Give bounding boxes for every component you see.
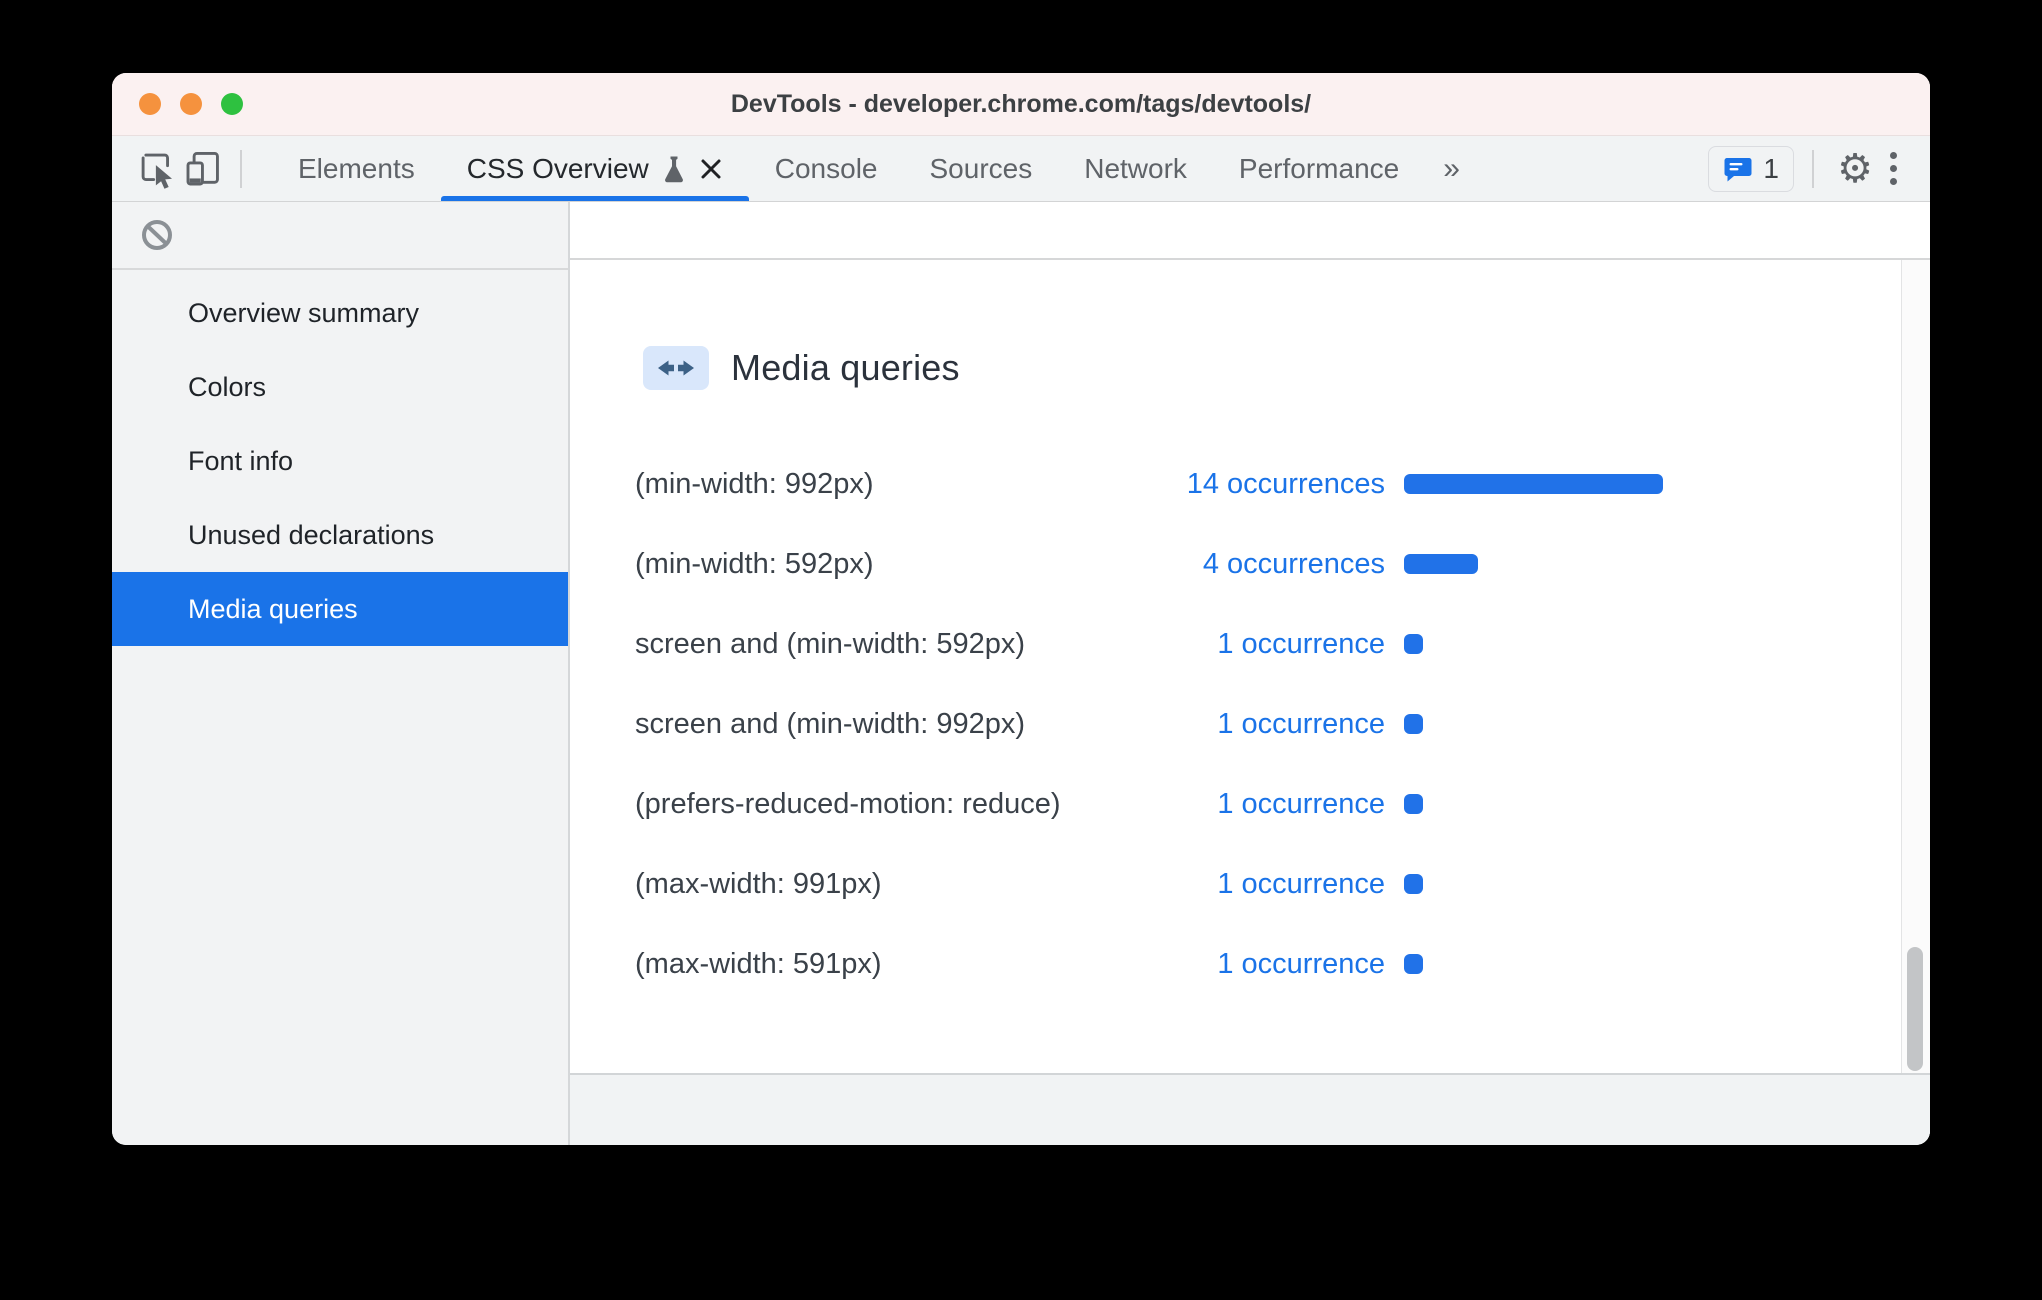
scrollbar-thumb[interactable] — [1907, 947, 1923, 1071]
media-queries-panel: Media queries (min-width: 992px) 14 occu… — [570, 260, 1930, 1073]
devtools-window: DevTools - developer.chrome.com/tags/dev… — [112, 73, 1930, 1145]
window-title: DevTools - developer.chrome.com/tags/dev… — [730, 89, 1312, 118]
occurrences-link[interactable]: 1 occurrence — [1155, 788, 1385, 821]
media-query-rows: (min-width: 992px) 14 occurrences (min-w… — [570, 444, 1930, 1004]
gear-icon: ⚙ — [1837, 145, 1873, 192]
css-overview-content: Media queries (min-width: 992px) 14 occu… — [570, 202, 1930, 1145]
sidebar-item-colors[interactable]: Colors — [112, 350, 568, 424]
sidebar-item-unused-declarations[interactable]: Unused declarations — [112, 498, 568, 572]
content-footer — [570, 1073, 1930, 1145]
toolbar-divider — [240, 149, 242, 188]
occurrences-link[interactable]: 1 occurrence — [1155, 948, 1385, 981]
issues-button[interactable]: 1 — [1708, 145, 1794, 192]
tab-strip: Elements CSS Overview Console Sources Ne… — [272, 136, 1425, 201]
media-queries-icon — [643, 346, 709, 390]
vertical-scrollbar[interactable] — [1901, 260, 1930, 1073]
block-icon — [142, 220, 172, 250]
media-query-text: screen and (min-width: 992px) — [635, 707, 1026, 740]
media-query-row: (min-width: 992px) 14 occurrences — [570, 444, 1930, 524]
zoom-window-button[interactable] — [221, 93, 243, 115]
experiment-flask-icon — [664, 156, 683, 182]
tab-css-overview[interactable]: CSS Overview — [440, 136, 749, 201]
occurrences-link[interactable]: 1 occurrence — [1155, 868, 1385, 901]
occurrences-link[interactable]: 1 occurrence — [1155, 708, 1385, 741]
device-toolbar-icon — [186, 151, 219, 185]
inspect-cursor-icon — [141, 153, 172, 189]
media-query-row: screen and (min-width: 992px) 1 occurren… — [570, 684, 1930, 764]
inspect-element-button[interactable] — [134, 136, 180, 201]
customize-devtools-button[interactable] — [1878, 146, 1908, 192]
media-query-text: (max-width: 991px) — [635, 867, 882, 900]
toggle-device-toolbar-button[interactable] — [180, 136, 226, 201]
left-right-arrows-icon — [658, 360, 694, 376]
kebab-menu-icon — [1889, 152, 1897, 159]
occurrence-bar — [1404, 634, 1423, 654]
traffic-lights — [139, 73, 243, 135]
sidebar-item-overview-summary[interactable]: Overview summary — [112, 276, 568, 350]
occurrence-bar — [1404, 554, 1478, 574]
panel-body: Overview summary Colors Font info Unused… — [112, 202, 1930, 1145]
media-query-row: (min-width: 592px) 4 occurrences — [570, 524, 1930, 604]
sidebar-items: Overview summary Colors Font info Unused… — [112, 276, 568, 646]
media-query-text: (min-width: 992px) — [635, 467, 874, 500]
clear-overview-button[interactable] — [140, 218, 174, 252]
more-tabs-button[interactable]: » — [1425, 136, 1478, 201]
tab-network[interactable]: Network — [1058, 136, 1213, 201]
occurrence-bar — [1404, 954, 1423, 974]
occurrences-link[interactable]: 14 occurrences — [1155, 468, 1385, 501]
content-top-strip — [570, 202, 1930, 260]
tab-performance[interactable]: Performance — [1213, 136, 1425, 201]
media-query-text: (min-width: 592px) — [635, 547, 874, 580]
active-tab-underline — [440, 196, 749, 201]
desktop-background: DevTools - developer.chrome.com/tags/dev… — [0, 0, 2042, 1300]
occurrence-bar — [1404, 794, 1423, 814]
sidebar-item-font-info[interactable]: Font info — [112, 424, 568, 498]
occurrences-link[interactable]: 4 occurrences — [1155, 548, 1385, 581]
page-title: Media queries — [731, 347, 960, 388]
occurrences-link[interactable]: 1 occurrence — [1155, 628, 1385, 661]
sidebar-item-media-queries[interactable]: Media queries — [112, 572, 568, 646]
close-tab-icon[interactable] — [699, 157, 723, 181]
feedback-bubble-icon — [1724, 157, 1752, 181]
section-heading: Media queries — [643, 346, 1930, 390]
tab-elements[interactable]: Elements — [272, 136, 441, 201]
media-query-text: (prefers-reduced-motion: reduce) — [635, 787, 1061, 820]
media-query-row: screen and (min-width: 592px) 1 occurren… — [570, 604, 1930, 684]
occurrence-bar — [1404, 474, 1663, 494]
media-query-row: (prefers-reduced-motion: reduce) 1 occur… — [570, 764, 1930, 844]
css-overview-sidebar: Overview summary Colors Font info Unused… — [112, 202, 568, 1145]
media-query-text: screen and (min-width: 592px) — [635, 627, 1026, 660]
settings-button[interactable]: ⚙ — [1832, 146, 1878, 192]
occurrence-bar — [1404, 874, 1423, 894]
occurrence-bar — [1404, 714, 1423, 734]
sidebar-toolbar — [112, 202, 568, 270]
issues-count: 1 — [1763, 152, 1779, 184]
tab-console[interactable]: Console — [749, 136, 904, 201]
close-window-button[interactable] — [139, 93, 161, 115]
toolbar-divider-right — [1812, 149, 1814, 188]
devtools-toolbar: Elements CSS Overview Console Sources Ne… — [112, 136, 1930, 202]
media-query-text: (max-width: 591px) — [635, 947, 882, 980]
titlebar: DevTools - developer.chrome.com/tags/dev… — [112, 73, 1930, 136]
minimize-window-button[interactable] — [180, 93, 202, 115]
media-query-row: (max-width: 991px) 1 occurrence — [570, 844, 1930, 924]
media-query-row: (max-width: 591px) 1 occurrence — [570, 924, 1930, 1004]
tab-sources[interactable]: Sources — [904, 136, 1059, 201]
